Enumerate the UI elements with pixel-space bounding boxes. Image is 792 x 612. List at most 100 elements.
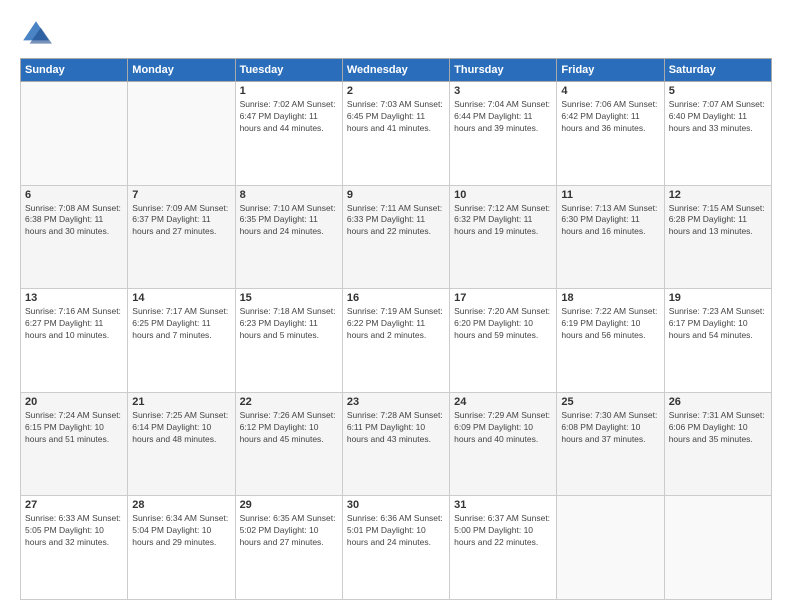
day-number: 9 <box>347 189 445 201</box>
day-info: Sunrise: 7:17 AM Sunset: 6:25 PM Dayligh… <box>132 306 230 342</box>
calendar-cell: 14 Sunrise: 7:17 AM Sunset: 6:25 PM Dayli… <box>128 289 235 393</box>
day-info: Sunrise: 7:03 AM Sunset: 6:45 PM Dayligh… <box>347 99 445 135</box>
day-info: Sunrise: 6:37 AM Sunset: 5:00 PM Dayligh… <box>454 513 552 549</box>
day-info: Sunrise: 7:19 AM Sunset: 6:22 PM Dayligh… <box>347 306 445 342</box>
day-info: Sunrise: 6:34 AM Sunset: 5:04 PM Dayligh… <box>132 513 230 549</box>
calendar-cell <box>21 82 128 186</box>
calendar-cell: 15 Sunrise: 7:18 AM Sunset: 6:23 PM Dayli… <box>235 289 342 393</box>
calendar-cell: 16 Sunrise: 7:19 AM Sunset: 6:22 PM Dayli… <box>342 289 449 393</box>
day-number: 3 <box>454 85 552 97</box>
calendar-cell: 6 Sunrise: 7:08 AM Sunset: 6:38 PM Daylig… <box>21 185 128 289</box>
day-info: Sunrise: 7:24 AM Sunset: 6:15 PM Dayligh… <box>25 410 123 446</box>
day-number: 16 <box>347 292 445 304</box>
calendar-cell: 20Sunrise: 7:24 AM Sunset: 6:15 PM Dayli… <box>21 392 128 496</box>
day-info: Sunrise: 7:12 AM Sunset: 6:32 PM Dayligh… <box>454 203 552 239</box>
header <box>20 18 772 50</box>
day-number: 27 <box>25 499 123 511</box>
calendar-cell: 24Sunrise: 7:29 AM Sunset: 6:09 PM Dayli… <box>450 392 557 496</box>
day-info: Sunrise: 7:13 AM Sunset: 6:30 PM Dayligh… <box>561 203 659 239</box>
calendar-cell: 23 Sunrise: 7:28 AM Sunset: 6:11 PM Dayli… <box>342 392 449 496</box>
calendar-header-thursday: Thursday <box>450 59 557 82</box>
day-number: 1 <box>240 85 338 97</box>
page: SundayMondayTuesdayWednesdayThursdayFrid… <box>0 0 792 612</box>
calendar-cell: 13 Sunrise: 7:16 AM Sunset: 6:27 PM Dayli… <box>21 289 128 393</box>
day-number: 19 <box>669 292 767 304</box>
day-number: 10 <box>454 189 552 201</box>
day-info: Sunrise: 6:33 AM Sunset: 5:05 PM Dayligh… <box>25 513 123 549</box>
day-info: Sunrise: 7:02 AM Sunset: 6:47 PM Dayligh… <box>240 99 338 135</box>
calendar-header-saturday: Saturday <box>664 59 771 82</box>
day-number: 15 <box>240 292 338 304</box>
day-number: 31 <box>454 499 552 511</box>
logo <box>20 18 56 50</box>
calendar-cell: 8 Sunrise: 7:10 AM Sunset: 6:35 PM Daylig… <box>235 185 342 289</box>
day-number: 29 <box>240 499 338 511</box>
calendar-cell: 21 Sunrise: 7:25 AM Sunset: 6:14 PM Dayli… <box>128 392 235 496</box>
day-number: 18 <box>561 292 659 304</box>
logo-icon <box>20 18 52 50</box>
day-info: Sunrise: 7:25 AM Sunset: 6:14 PM Dayligh… <box>132 410 230 446</box>
day-info: Sunrise: 7:22 AM Sunset: 6:19 PM Dayligh… <box>561 306 659 342</box>
day-info: Sunrise: 7:07 AM Sunset: 6:40 PM Dayligh… <box>669 99 767 135</box>
calendar-header-tuesday: Tuesday <box>235 59 342 82</box>
calendar-header-row: SundayMondayTuesdayWednesdayThursdayFrid… <box>21 59 772 82</box>
day-info: Sunrise: 7:16 AM Sunset: 6:27 PM Dayligh… <box>25 306 123 342</box>
day-info: Sunrise: 7:30 AM Sunset: 6:08 PM Dayligh… <box>561 410 659 446</box>
day-number: 14 <box>132 292 230 304</box>
day-info: Sunrise: 7:11 AM Sunset: 6:33 PM Dayligh… <box>347 203 445 239</box>
day-number: 22 <box>240 396 338 408</box>
calendar-week-2: 6 Sunrise: 7:08 AM Sunset: 6:38 PM Daylig… <box>21 185 772 289</box>
day-number: 13 <box>25 292 123 304</box>
day-info: Sunrise: 7:26 AM Sunset: 6:12 PM Dayligh… <box>240 410 338 446</box>
day-info: Sunrise: 7:23 AM Sunset: 6:17 PM Dayligh… <box>669 306 767 342</box>
day-number: 7 <box>132 189 230 201</box>
calendar-cell <box>664 496 771 600</box>
calendar-week-1: 1 Sunrise: 7:02 AM Sunset: 6:47 PM Daylig… <box>21 82 772 186</box>
calendar-cell: 2Sunrise: 7:03 AM Sunset: 6:45 PM Daylig… <box>342 82 449 186</box>
calendar-cell: 30Sunrise: 6:36 AM Sunset: 5:01 PM Dayli… <box>342 496 449 600</box>
day-info: Sunrise: 7:20 AM Sunset: 6:20 PM Dayligh… <box>454 306 552 342</box>
day-number: 5 <box>669 85 767 97</box>
day-number: 21 <box>132 396 230 408</box>
calendar-cell: 5 Sunrise: 7:07 AM Sunset: 6:40 PM Daylig… <box>664 82 771 186</box>
calendar-cell: 17Sunrise: 7:20 AM Sunset: 6:20 PM Dayli… <box>450 289 557 393</box>
calendar-cell: 29Sunrise: 6:35 AM Sunset: 5:02 PM Dayli… <box>235 496 342 600</box>
day-number: 25 <box>561 396 659 408</box>
calendar-cell: 25 Sunrise: 7:30 AM Sunset: 6:08 PM Dayli… <box>557 392 664 496</box>
day-info: Sunrise: 7:04 AM Sunset: 6:44 PM Dayligh… <box>454 99 552 135</box>
calendar-cell: 10 Sunrise: 7:12 AM Sunset: 6:32 PM Dayli… <box>450 185 557 289</box>
calendar-cell: 28 Sunrise: 6:34 AM Sunset: 5:04 PM Dayli… <box>128 496 235 600</box>
day-number: 26 <box>669 396 767 408</box>
day-info: Sunrise: 7:31 AM Sunset: 6:06 PM Dayligh… <box>669 410 767 446</box>
day-number: 23 <box>347 396 445 408</box>
calendar-header-friday: Friday <box>557 59 664 82</box>
calendar-cell: 31 Sunrise: 6:37 AM Sunset: 5:00 PM Dayli… <box>450 496 557 600</box>
day-number: 11 <box>561 189 659 201</box>
day-number: 8 <box>240 189 338 201</box>
calendar-cell: 12Sunrise: 7:15 AM Sunset: 6:28 PM Dayli… <box>664 185 771 289</box>
calendar-week-5: 27 Sunrise: 6:33 AM Sunset: 5:05 PM Dayli… <box>21 496 772 600</box>
calendar-header-monday: Monday <box>128 59 235 82</box>
calendar-week-4: 20Sunrise: 7:24 AM Sunset: 6:15 PM Dayli… <box>21 392 772 496</box>
day-info: Sunrise: 7:09 AM Sunset: 6:37 PM Dayligh… <box>132 203 230 239</box>
calendar-cell: 26 Sunrise: 7:31 AM Sunset: 6:06 PM Dayli… <box>664 392 771 496</box>
calendar: SundayMondayTuesdayWednesdayThursdayFrid… <box>20 58 772 600</box>
day-number: 4 <box>561 85 659 97</box>
day-number: 28 <box>132 499 230 511</box>
calendar-week-3: 13 Sunrise: 7:16 AM Sunset: 6:27 PM Dayli… <box>21 289 772 393</box>
day-info: Sunrise: 7:18 AM Sunset: 6:23 PM Dayligh… <box>240 306 338 342</box>
day-number: 6 <box>25 189 123 201</box>
day-info: Sunrise: 7:08 AM Sunset: 6:38 PM Dayligh… <box>25 203 123 239</box>
calendar-cell: 27 Sunrise: 6:33 AM Sunset: 5:05 PM Dayli… <box>21 496 128 600</box>
day-number: 24 <box>454 396 552 408</box>
day-info: Sunrise: 7:10 AM Sunset: 6:35 PM Dayligh… <box>240 203 338 239</box>
day-info: Sunrise: 7:28 AM Sunset: 6:11 PM Dayligh… <box>347 410 445 446</box>
calendar-cell <box>128 82 235 186</box>
calendar-cell <box>557 496 664 600</box>
day-info: Sunrise: 7:06 AM Sunset: 6:42 PM Dayligh… <box>561 99 659 135</box>
day-info: Sunrise: 7:15 AM Sunset: 6:28 PM Dayligh… <box>669 203 767 239</box>
calendar-cell: 19 Sunrise: 7:23 AM Sunset: 6:17 PM Dayli… <box>664 289 771 393</box>
calendar-header-wednesday: Wednesday <box>342 59 449 82</box>
day-number: 30 <box>347 499 445 511</box>
calendar-cell: 1 Sunrise: 7:02 AM Sunset: 6:47 PM Daylig… <box>235 82 342 186</box>
